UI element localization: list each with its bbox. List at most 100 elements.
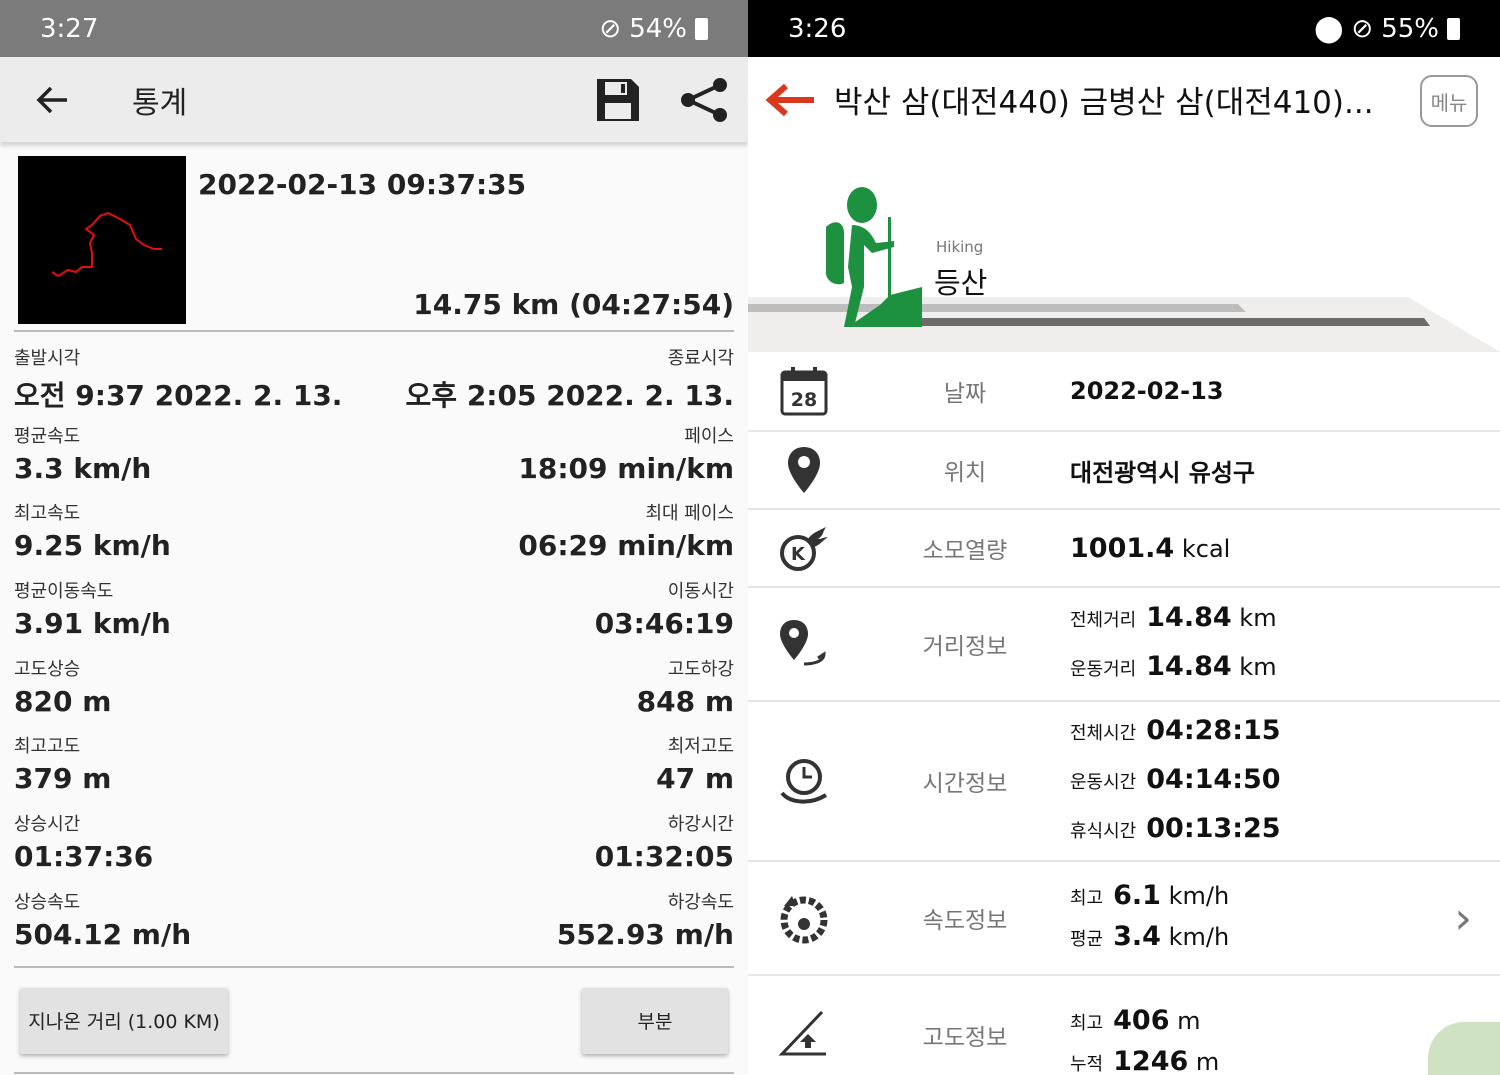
stat-value: 3.3 km/h <box>14 451 152 485</box>
share-button[interactable] <box>674 70 734 130</box>
divider <box>14 1071 734 1074</box>
altitude-row[interactable]: 고도정보 최고 406 m 누적 1246 m <box>748 976 1500 1075</box>
menu-button[interactable]: 메뉴 <box>1420 75 1478 127</box>
stat-label: 최저고도 <box>667 736 734 758</box>
stat-value: 820 m <box>14 684 112 718</box>
max-speed-label: 최고 <box>1070 888 1104 909</box>
altitude-unit: m <box>1195 1048 1220 1075</box>
max-speed: 6.1 <box>1113 880 1161 911</box>
map-thumbnail[interactable] <box>1428 1022 1500 1075</box>
battery-percent: 54% <box>629 13 687 44</box>
location-icon: ⬤ <box>1314 13 1344 44</box>
exercise-time: 04:14:50 <box>1146 763 1281 795</box>
total-distance-label: 전체거리 <box>1070 610 1137 631</box>
location-row: 위치 대전광역시 유성구 <box>748 432 1500 510</box>
distance-label: 거리정보 <box>922 634 1008 660</box>
cum-altitude: 1246 <box>1113 1046 1189 1075</box>
stat-label: 최고고도 <box>14 736 81 758</box>
stat-label: 출발시각 <box>14 348 81 369</box>
stat-label: 페이스 <box>684 425 734 447</box>
avg-speed-label: 평균 <box>1070 929 1104 950</box>
stat-label: 종료시각 <box>667 348 734 369</box>
calendar-icon: 28 <box>780 367 828 416</box>
distance-button[interactable]: 지나온 거리 (1.00 KM) <box>20 987 228 1054</box>
speed-label: 속도정보 <box>922 908 1008 934</box>
track-datetime: 2022-02-13 09:37:35 <box>198 168 527 201</box>
location-value: 대전광역시 유성구 <box>1070 458 1255 487</box>
max-altitude: 406 <box>1113 1005 1170 1036</box>
stat-label: 고도하강 <box>667 658 734 680</box>
chevron-right-icon[interactable]: › <box>1454 893 1472 944</box>
stat-value: 9.25 km/h <box>14 529 171 563</box>
stat-label: 하강속도 <box>667 891 734 913</box>
stat-row: 최고고도 379 m 최저고도 47 m <box>14 732 734 810</box>
stat-value: 47 m <box>656 762 734 796</box>
stat-value: 504.12 m/h <box>14 917 192 951</box>
stat-row: 출발시각 오전 9:37 2022. 2. 13. 종료시각 오후 2:05 2022… <box>14 344 734 422</box>
stat-value: 01:37:36 <box>14 840 154 874</box>
calories-row: K 소모열량 1001.4 kcal <box>748 510 1500 588</box>
partial-button[interactable]: 부분 <box>582 987 728 1054</box>
hiker-icon <box>826 187 922 327</box>
distance-row: 거리정보 전체거리 14.84 km 운동거리 14.84 km <box>748 588 1500 702</box>
speed-unit: km/h <box>1168 882 1230 910</box>
date-row: 28 날짜 2022-02-13 <box>748 352 1500 432</box>
rest-time: 00:13:25 <box>1146 812 1281 844</box>
stat-value: 18:09 min/km <box>518 451 734 485</box>
activity-ko: 등산 <box>934 266 988 300</box>
date-label: 날짜 <box>943 381 987 407</box>
stat-label: 상승시간 <box>14 814 81 836</box>
toolbar: 통계 <box>0 57 748 142</box>
stat-label: 상승속도 <box>14 891 81 913</box>
stat-label: 이동시간 <box>667 581 734 603</box>
battery-icon <box>1447 17 1460 40</box>
calorie-flame-icon: K <box>780 527 828 571</box>
date-value: 2022-02-13 <box>1070 377 1224 405</box>
distance-unit: km <box>1239 604 1277 632</box>
stat-label: 평균속도 <box>14 425 81 447</box>
stat-row: 최고속도 9.25 km/h 최대 페이스 06:29 min/km <box>14 499 734 577</box>
battery-icon <box>695 17 708 40</box>
exercise-distance: 14.84 <box>1146 651 1232 682</box>
status-time: 3:26 <box>788 13 847 44</box>
speed-unit: km/h <box>1168 923 1230 951</box>
speed-row[interactable]: 속도정보 최고 6.1 km/h 평균 3.4 km/h › <box>748 862 1500 976</box>
calories-unit: kcal <box>1181 534 1231 563</box>
time-label: 시간정보 <box>922 771 1008 797</box>
stat-row: 상승속도 504.12 m/h 하강속도 552.93 m/h <box>14 888 734 966</box>
activity-hero: Hiking 등산 <box>748 142 1500 352</box>
stats-list: 출발시각 오전 9:37 2022. 2. 13. 종료시각 오후 2:05 2022… <box>14 332 734 968</box>
dnd-icon: ⊘ <box>599 13 622 44</box>
stat-label: 최대 페이스 <box>645 503 734 525</box>
distance-unit: km <box>1239 653 1277 681</box>
track-thumbnail[interactable] <box>18 156 186 324</box>
stat-value: 552.93 m/h <box>556 917 734 951</box>
stat-value: 01:32:05 <box>594 840 734 874</box>
back-button[interactable] <box>760 70 820 130</box>
time-row: 시간정보 전체시간 04:28:15 운동시간 04:14:50 휴식시간 00:13… <box>748 702 1500 862</box>
track-summary: 2022-02-13 09:37:35 14.75 km (04:27:54) <box>14 142 734 332</box>
total-time-label: 전체시간 <box>1070 722 1137 744</box>
save-icon <box>597 78 639 121</box>
arrow-left-icon <box>765 83 814 116</box>
calories-value: 1001.4 <box>1070 532 1175 564</box>
back-button[interactable] <box>22 70 82 130</box>
stat-label: 하강시간 <box>667 814 734 836</box>
speedometer-icon <box>780 896 828 944</box>
exercise-time-label: 운동시간 <box>1070 771 1137 793</box>
status-time: 3:27 <box>40 13 99 44</box>
cum-altitude-label: 누적 <box>1070 1054 1104 1075</box>
battery-percent: 55% <box>1381 13 1439 44</box>
stat-row: 평균이동속도 3.91 km/h 이동시간 03:46:19 <box>14 577 734 655</box>
stat-value: 3.91 km/h <box>14 607 171 641</box>
activity-en: Hiking <box>936 238 984 256</box>
altitude-icon <box>778 1010 826 1056</box>
stat-row: 상승시간 01:37:36 하강시간 01:32:05 <box>14 810 734 888</box>
total-time: 04:28:15 <box>1146 714 1281 746</box>
max-altitude-label: 최고 <box>1070 1013 1104 1034</box>
stat-value: 379 m <box>14 762 112 796</box>
stat-value: 848 m <box>636 684 734 718</box>
save-button[interactable] <box>588 70 648 130</box>
stat-row: 평균속도 3.3 km/h 페이스 18:09 min/km <box>14 422 734 500</box>
dnd-icon: ⊘ <box>1351 13 1374 44</box>
